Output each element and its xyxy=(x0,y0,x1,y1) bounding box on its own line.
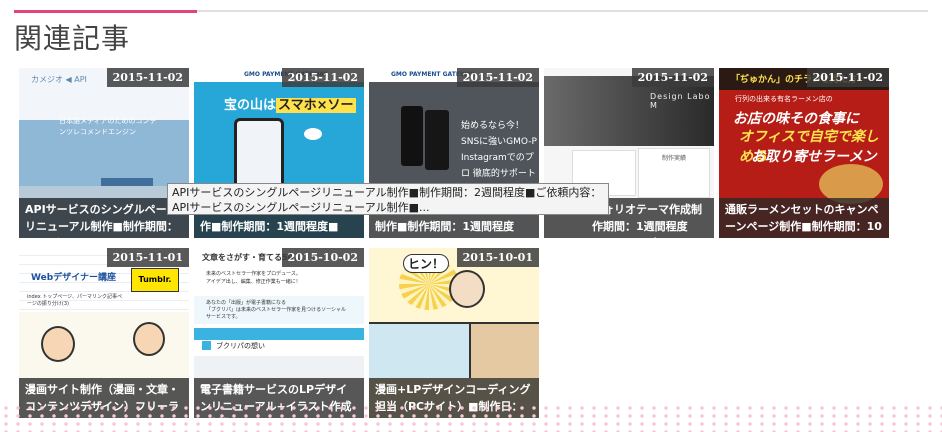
thumb-bar-label: ブクリパの想い xyxy=(216,342,265,350)
card-date: 2015-11-02 xyxy=(281,68,364,87)
thumb-caption: Design Labo M xyxy=(650,92,711,110)
card-date: 2015-11-02 xyxy=(106,68,189,87)
related-article-card[interactable]: 「ぢゅかん」のチラシを見た方 行列の出来る有名ラーメン店の お店の味その食事に … xyxy=(719,68,889,238)
thumb-headline: 宝の山は スマホ×ソー xyxy=(224,94,356,113)
thumb-caption: 日本語メディアのためのコンテンツレコメンドエンジン xyxy=(59,117,157,136)
thumb-badge: Tumblr. xyxy=(131,268,179,292)
card-date: 2015-11-02 xyxy=(806,68,889,87)
thumb-brand: カメジオ ◀ API xyxy=(31,75,87,84)
bird-icon xyxy=(304,128,322,140)
thumb-caption-line: アイデア出し、編集、修正作業も一緒に！ xyxy=(206,279,301,285)
character-graphic xyxy=(133,322,165,356)
manga-panel xyxy=(369,324,471,378)
thumb-lower-panel xyxy=(194,356,364,378)
related-article-card[interactable]: 文章をさがす・育てる50人 未来のベストセラー作家をプロデュース。 アイデア出し… xyxy=(194,248,364,418)
card-title[interactable]: 通販ラーメンセットのキャンペーンページ制作■制作期間：10日 xyxy=(719,198,889,238)
thumb-info-line: あなたの「出版」が電子書籍になる xyxy=(206,300,287,306)
character-graphic xyxy=(449,270,485,308)
paper-graphic: 制作実績 xyxy=(638,148,710,198)
phone-graphic xyxy=(401,106,423,166)
card-date: 2015-11-02 xyxy=(631,68,714,87)
footer-dot-pattern xyxy=(0,404,942,432)
card-date: 2015-11-01 xyxy=(106,248,189,267)
card-title[interactable]: APIサービスのシングルページリニューアル制作■制作期間：2週間程 xyxy=(19,198,189,238)
thumb-caption: index トップページ、パーマリンク記事ページの振り分け(3) xyxy=(27,294,123,307)
thumb-headline-highlight: スマホ×ソー xyxy=(276,98,356,113)
related-article-card[interactable]: Webデザイナー講座 Tumblr. index トップページ、パーマリンク記事… xyxy=(19,248,189,418)
thumb-label: 制作実績 xyxy=(661,155,686,162)
card-date: 2015-10-02 xyxy=(281,248,364,267)
section-heading: 関連記事 xyxy=(14,22,131,55)
phone-graphic xyxy=(425,110,449,170)
thumb-info-text: あなたの「出版」が電子書籍になる 「ブクリパ」は未来のベストセラー作家を見つける… xyxy=(206,300,346,321)
thumb-title: Webデザイナー講座 xyxy=(31,273,116,283)
thumb-headline-text: 宝の山は xyxy=(224,98,277,113)
card-tooltip: APIサービスのシングルページリニューアル制作■制作期間：2週間程度■ご依頼内容… xyxy=(167,183,609,215)
section-divider-accent xyxy=(14,10,197,13)
related-article-card[interactable]: ヒン！ 2015-10-01 漫画+LPデザインコーディング担当（PCサイト）■… xyxy=(369,248,539,418)
thumb-caption: 未来のベストセラー作家をプロデュース。 アイデア出し、編集、修正作業も一緒に！ xyxy=(206,270,301,286)
thumb-subtitle: 行列の出来る有名ラーメン店の xyxy=(735,95,833,103)
thumb-headline: お店の味その食事に xyxy=(733,111,859,127)
card-date: 2015-11-02 xyxy=(456,68,539,87)
thumb-caption-line: 未来のベストセラー作家をプロデュース。 xyxy=(206,271,301,277)
thumb-skyline xyxy=(19,186,189,198)
card-date: 2015-10-01 xyxy=(456,248,539,267)
speech-bubble: ヒン！ xyxy=(403,254,450,273)
section-divider xyxy=(14,10,928,13)
thumb-bar xyxy=(194,328,364,340)
character-graphic xyxy=(41,326,75,362)
related-article-card[interactable]: カメジオ ◀ API 日本語メディアのためのコンテンツレコメンドエンジン 201… xyxy=(19,68,189,238)
manga-panel xyxy=(471,324,539,378)
thumb-headline: お取り寄せラーメン xyxy=(751,149,877,165)
thumb-info-line: 「ブクリパ」は未来のベストセラー作家を見つけるソーシャルサービスです。 xyxy=(206,307,347,320)
